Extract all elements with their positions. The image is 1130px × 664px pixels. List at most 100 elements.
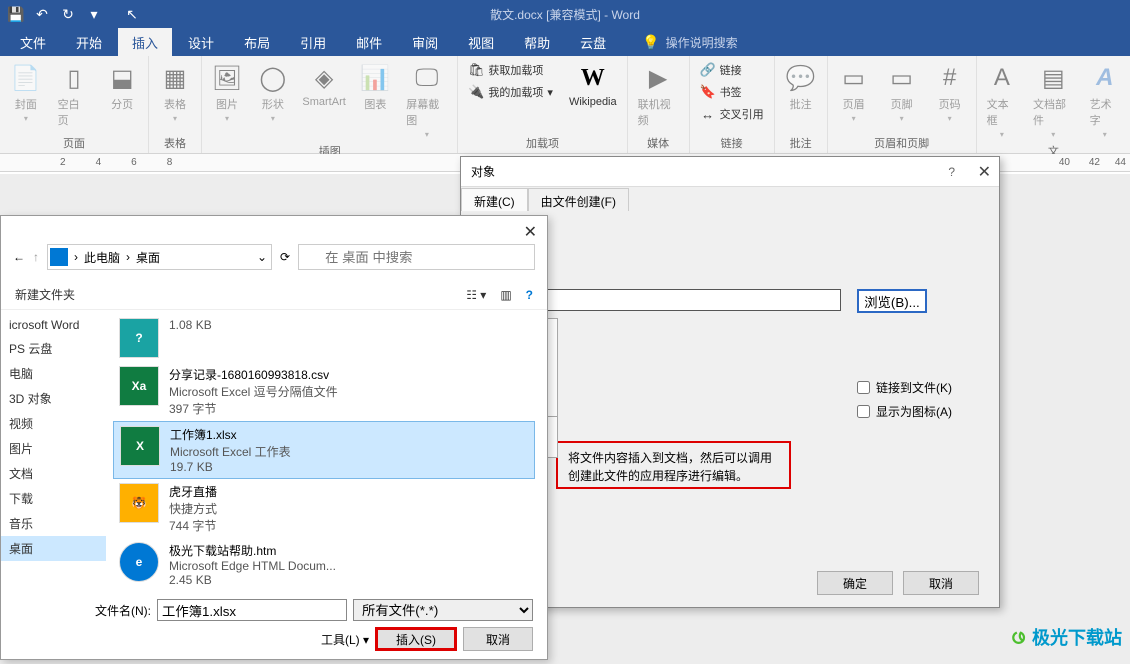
chart-icon: 📊 <box>359 62 391 94</box>
help-icon[interactable]: ? <box>948 165 955 179</box>
breadcrumb[interactable]: ›此电脑›桌面 ⌄ <box>47 244 272 270</box>
insert-button[interactable]: 插入(S) <box>375 627 457 651</box>
blank-page-button[interactable]: ▯空白页 <box>54 60 95 130</box>
sidebar-tree[interactable]: icrosoft Word PS 云盘 电脑 3D 对象 视频 图片 文档 下载… <box>1 314 106 589</box>
shapes-icon: ◯ <box>257 62 289 94</box>
tab-help[interactable]: 帮助 <box>510 28 564 57</box>
table-button[interactable]: ▦表格▾ <box>155 60 195 125</box>
header-button[interactable]: ▭页眉▾ <box>834 60 874 125</box>
textbox-icon: A <box>986 62 1018 94</box>
tell-me[interactable]: 💡 操作说明搜索 <box>642 34 737 51</box>
save-icon[interactable]: 💾 <box>4 2 28 26</box>
ribbon-tabs: 文件 开始 插入 设计 布局 引用 邮件 审阅 视图 帮助 云盘 💡 操作说明搜… <box>0 28 1130 56</box>
my-addins-button[interactable]: 🔌我的加载项 ▾ <box>464 82 557 102</box>
wordart-button[interactable]: A艺术字▾ <box>1086 60 1124 141</box>
dialog-title: 对象 <box>471 163 495 180</box>
tab-clouddisk[interactable]: 云盘 <box>566 28 620 57</box>
wikipedia-button[interactable]: WWikipedia <box>565 60 621 110</box>
view-icon[interactable]: ☷ ▾ <box>466 288 486 302</box>
bulb-icon: 💡 <box>642 34 659 51</box>
pointer-icon[interactable]: ↖ <box>120 2 144 26</box>
footer-button[interactable]: ▭页脚▾ <box>882 60 922 125</box>
xref-icon: ↔ <box>700 106 716 122</box>
tab-references[interactable]: 引用 <box>286 28 340 57</box>
filename-input[interactable] <box>157 599 347 621</box>
ok-button[interactable]: 确定 <box>817 571 893 595</box>
cancel-button[interactable]: 取消 <box>463 627 533 651</box>
wordart-icon: A <box>1089 62 1121 94</box>
cover-icon: 📄 <box>10 62 42 94</box>
store-icon: 🛍 <box>468 62 484 78</box>
redo-icon[interactable]: ↻ <box>56 2 80 26</box>
crossref-button[interactable]: ↔交叉引用 <box>696 104 768 124</box>
parts-icon: ▤ <box>1037 62 1069 94</box>
ribbon: 📄封面▾ ▯空白页 ⬓分页 页面 ▦表格▾ 表格 🖼图片▾ ◯形状▾ ◈Smar… <box>0 56 1130 154</box>
search-input[interactable] <box>298 244 535 270</box>
nav-up-icon[interactable]: ↑ <box>33 250 39 264</box>
table-icon: ▦ <box>159 62 191 94</box>
list-item[interactable]: ?1.08 KB <box>113 314 535 362</box>
display-as-icon-checkbox[interactable]: 显示为图标(A) <box>857 403 952 420</box>
new-folder-button[interactable]: 新建文件夹 <box>15 286 75 303</box>
video-icon: ▶ <box>642 62 674 94</box>
preview-icon[interactable]: ▥ <box>500 288 511 302</box>
list-item[interactable]: X工作簿1.xlsxMicrosoft Excel 工作表19.7 KB <box>113 421 535 479</box>
tab-layout[interactable]: 布局 <box>230 28 284 57</box>
tab-review[interactable]: 审阅 <box>398 28 452 57</box>
help-icon[interactable]: ? <box>526 288 533 302</box>
get-addins-button[interactable]: 🛍获取加载项 <box>464 60 557 80</box>
tab-new-object[interactable]: 新建(C) <box>461 188 528 211</box>
wiki-icon: W <box>577 62 609 94</box>
list-item[interactable]: e极光下载站帮助.htmMicrosoft Edge HTML Docum...… <box>113 538 535 589</box>
close-icon[interactable]: ✕ <box>978 162 991 182</box>
comment-button[interactable]: 💬批注 <box>781 60 821 114</box>
bookmark-button[interactable]: 🔖书签 <box>696 82 768 102</box>
window-titlebar: 💾 ↶ ↻ ▾ ↖ 散文.docx [兼容模式] - Word <box>0 0 1130 28</box>
refresh-icon[interactable]: ⟳ <box>280 250 290 264</box>
break-icon: ⬓ <box>106 62 138 94</box>
textbox-button[interactable]: A文本框▾ <box>983 60 1021 141</box>
screenshot-button[interactable]: 🖵屏幕截图▾ <box>402 60 451 141</box>
nav-back-icon[interactable]: ← <box>13 250 25 264</box>
cover-page-button[interactable]: 📄封面▾ <box>6 60 46 125</box>
link-button[interactable]: 🔗链接 <box>696 60 768 80</box>
parts-button[interactable]: ▤文档部件▾ <box>1029 60 1078 141</box>
comment-icon: 💬 <box>785 62 817 94</box>
file-list: ?1.08 KB Xa分享记录-1680160993818.csvMicroso… <box>113 314 535 589</box>
qat-more-icon[interactable]: ▾ <box>82 2 106 26</box>
filename-label: 文件名(N): <box>95 602 151 619</box>
close-icon[interactable]: ✕ <box>524 222 537 242</box>
tab-view[interactable]: 视图 <box>454 28 508 57</box>
smartart-button[interactable]: ◈SmartArt <box>300 60 349 110</box>
tab-mail[interactable]: 邮件 <box>342 28 396 57</box>
link-to-file-checkbox[interactable]: 链接到文件(K) <box>857 379 952 396</box>
chart-button[interactable]: 📊图表 <box>356 60 394 114</box>
shapes-button[interactable]: ◯形状▾ <box>254 60 292 125</box>
list-item[interactable]: Xa分享记录-1680160993818.csvMicrosoft Excel … <box>113 362 535 421</box>
header-icon: ▭ <box>838 62 870 94</box>
bookmark-icon: 🔖 <box>700 84 716 100</box>
pagenum-button[interactable]: #页码▾ <box>930 60 970 125</box>
tab-from-file[interactable]: 由文件创建(F) <box>528 188 629 211</box>
filter-select[interactable]: 所有文件(*.*) <box>353 599 533 621</box>
picture-icon: 🖼 <box>211 62 243 94</box>
watermark-logo: ဖ 极光下载站 <box>1011 617 1122 656</box>
pagenum-icon: # <box>934 62 966 94</box>
undo-icon[interactable]: ↶ <box>30 2 54 26</box>
tab-file[interactable]: 文件 <box>6 28 60 57</box>
page-break-button[interactable]: ⬓分页 <box>102 60 142 114</box>
picture-button[interactable]: 🖼图片▾ <box>208 60 246 125</box>
online-video-button[interactable]: ▶联机视频 <box>634 60 683 130</box>
tab-design[interactable]: 设计 <box>174 28 228 57</box>
tab-insert[interactable]: 插入 <box>118 28 172 57</box>
browse-button[interactable]: 浏览(B)... <box>857 289 927 313</box>
swirl-icon: ဖ <box>1011 617 1026 656</box>
cancel-button[interactable]: 取消 <box>903 571 979 595</box>
window-title: 散文.docx [兼容模式] - Word <box>490 6 640 23</box>
smartart-icon: ◈ <box>308 62 340 94</box>
link-icon: 🔗 <box>700 62 716 78</box>
list-item[interactable]: 🐯虎牙直播快捷方式744 字节 <box>113 479 535 538</box>
screenshot-icon: 🖵 <box>411 62 443 94</box>
tab-home[interactable]: 开始 <box>62 28 116 57</box>
tools-button[interactable]: 工具(L) ▾ <box>321 631 369 648</box>
